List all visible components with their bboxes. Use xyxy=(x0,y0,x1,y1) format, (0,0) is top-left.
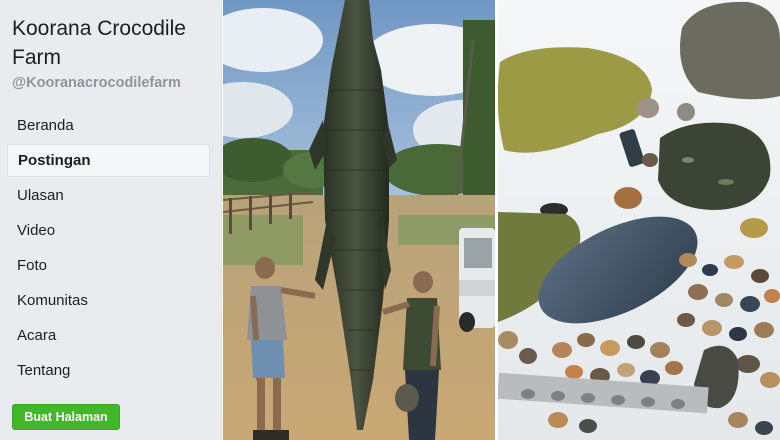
nav-item-foto[interactable]: Foto xyxy=(7,249,210,282)
nav-item-tentang[interactable]: Tentang xyxy=(7,354,210,387)
nav-item-beranda[interactable]: Beranda xyxy=(7,109,210,142)
nav-item-acara[interactable]: Acara xyxy=(7,319,210,352)
stones-photo-image xyxy=(498,0,780,440)
nav-item-postingan[interactable]: Postingan xyxy=(7,144,210,177)
nav-item-video[interactable]: Video xyxy=(7,214,210,247)
create-page-button[interactable]: Buat Halaman xyxy=(12,404,120,430)
page-title[interactable]: Koorana Crocodile Farm xyxy=(12,14,216,72)
crocodile-photo-image xyxy=(223,0,495,440)
page-sidebar: Koorana Crocodile Farm @Kooranacrocodile… xyxy=(0,0,222,440)
stones-photo[interactable] xyxy=(498,0,780,440)
nav-item-komunitas[interactable]: Komunitas xyxy=(7,284,210,317)
page-handle[interactable]: @Kooranacrocodilefarm xyxy=(12,75,216,91)
page-nav: Beranda Postingan Ulasan Video Foto Komu… xyxy=(7,109,210,389)
crocodile-photo[interactable] xyxy=(223,0,495,440)
nav-item-ulasan[interactable]: Ulasan xyxy=(7,179,210,212)
